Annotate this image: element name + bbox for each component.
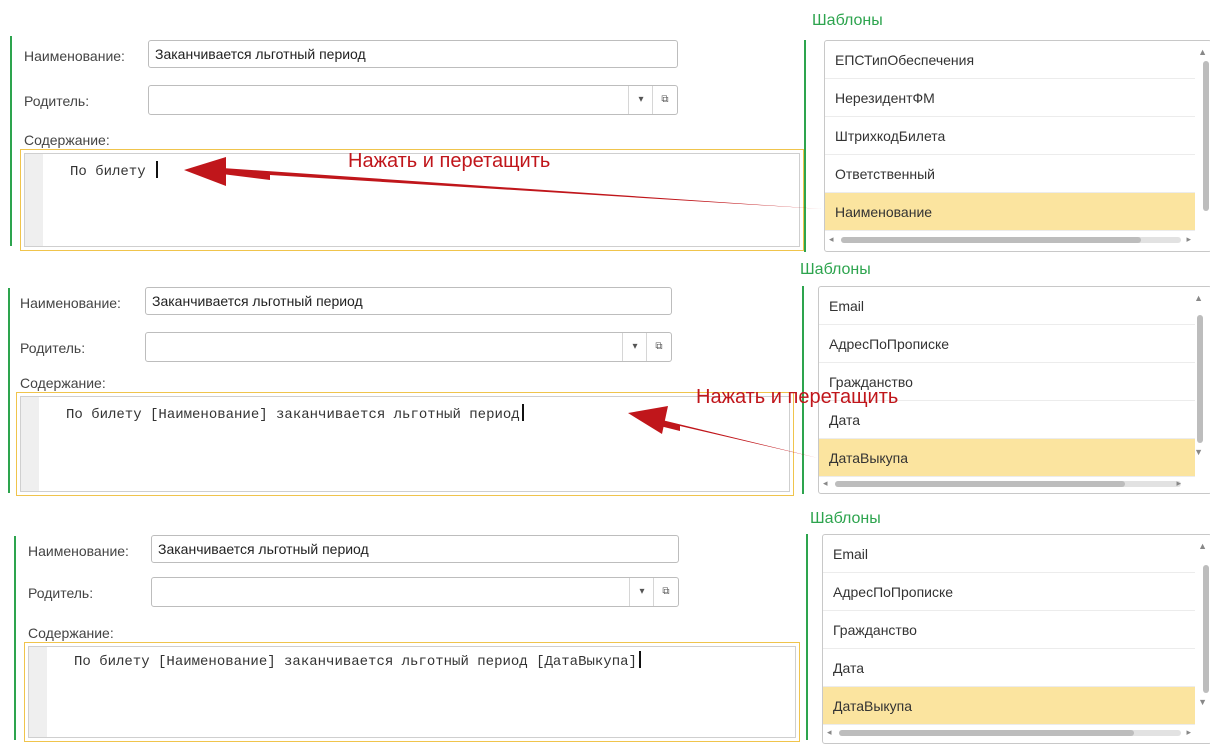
text-caret bbox=[638, 651, 641, 668]
content-text-area[interactable]: По билету [Наименование] заканчивается л… bbox=[28, 646, 796, 738]
drag-arrow bbox=[184, 157, 822, 209]
arrow-head bbox=[628, 406, 668, 434]
scroll-up-icon[interactable]: ▲ bbox=[1198, 541, 1207, 551]
arrow-head bbox=[184, 157, 226, 186]
panel-step-3: Наименование: Заканчивается льготный пер… bbox=[0, 500, 1210, 744]
form-group-bar bbox=[14, 536, 16, 740]
templates-list[interactable]: Email АдресПоПрописке Гражданство Дата Д… bbox=[822, 534, 1210, 744]
chevron-down-icon[interactable]: ▾ bbox=[629, 578, 654, 606]
content-text: По билету [Наименование] заканчивается л… bbox=[74, 654, 637, 670]
scroll-right-icon[interactable]: ▸ bbox=[1186, 727, 1191, 738]
name-input[interactable]: Заканчивается льготный период bbox=[151, 535, 679, 563]
drag-arrow bbox=[628, 406, 818, 458]
parent-select[interactable]: ▾ ⧉ bbox=[151, 577, 679, 607]
scroll-down-icon[interactable]: ▼ bbox=[1198, 697, 1207, 707]
horizontal-scrollbar-thumb[interactable] bbox=[839, 730, 1134, 736]
name-label: Наименование: bbox=[28, 543, 129, 559]
vertical-scrollbar[interactable] bbox=[1203, 565, 1209, 693]
template-item-selected[interactable]: ДатаВыкупа bbox=[823, 687, 1195, 725]
content-editor[interactable]: По билету [Наименование] заканчивается л… bbox=[24, 642, 800, 742]
open-form-icon[interactable]: ⧉ bbox=[653, 578, 678, 606]
templates-title: Шаблоны bbox=[810, 510, 881, 527]
line-gutter bbox=[29, 647, 47, 737]
parent-label: Родитель: bbox=[28, 585, 94, 601]
templates-group-bar bbox=[806, 534, 808, 740]
panel-step-2: Наименование: Заканчивается льготный пер… bbox=[0, 250, 1210, 500]
scroll-left-icon[interactable]: ◂ bbox=[827, 727, 832, 738]
template-item[interactable]: Дата bbox=[823, 649, 1195, 687]
template-item[interactable]: Email bbox=[823, 535, 1195, 573]
horizontal-scrollbar[interactable] bbox=[839, 730, 1181, 736]
panel-step-1: Наименование: Заканчивается льготный пер… bbox=[0, 0, 1210, 252]
template-item[interactable]: АдресПоПрописке bbox=[823, 573, 1195, 611]
template-item[interactable]: Гражданство bbox=[823, 611, 1195, 649]
content-label: Содержание: bbox=[28, 625, 114, 641]
